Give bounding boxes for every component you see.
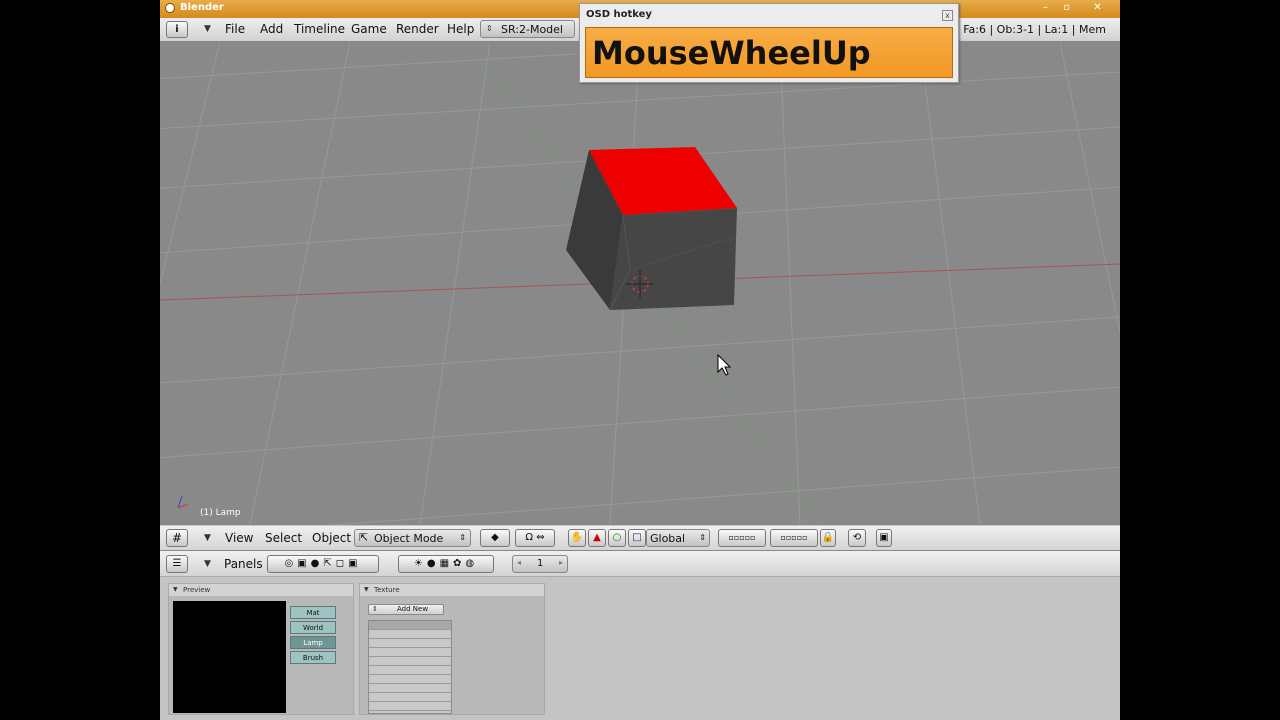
tab-world[interactable]: World: [290, 621, 336, 634]
menu-view[interactable]: View: [225, 531, 253, 545]
osd-hotkey-popup: OSD hotkey x MouseWheelUp: [579, 3, 959, 83]
decrement-icon[interactable]: ◂: [517, 558, 521, 567]
list-item[interactable]: [369, 702, 451, 711]
rotate-manipulator-icon[interactable]: ○: [608, 529, 626, 547]
tab-lamp[interactable]: Lamp: [290, 636, 336, 649]
draw-type-selector[interactable]: ◆: [480, 529, 510, 547]
layer-buttons-2[interactable]: ▫▫▫▫▫: [770, 529, 818, 547]
list-item[interactable]: [369, 630, 451, 639]
updown-icon: ⇕: [459, 533, 466, 542]
shading-buttons[interactable]: ☀●▦✿◍: [398, 555, 494, 573]
blender-window: Blender – ▫ ✕ i ▼ File Add Timeline Game…: [160, 0, 1120, 720]
collapse-menu-icon[interactable]: ▼: [204, 24, 211, 34]
updown-icon: ⇕: [699, 533, 706, 542]
osd-key-text: MouseWheelUp: [592, 34, 871, 72]
render-preview-icon[interactable]: ▣: [876, 529, 892, 547]
tab-brush[interactable]: Brush: [290, 651, 336, 664]
list-item[interactable]: [369, 657, 451, 666]
3d-view-header: # ▼ View Select Object ⇱ Object Mode ⇕ ◆…: [160, 526, 1120, 551]
list-item[interactable]: [369, 666, 451, 675]
orientation-value: Global: [650, 532, 686, 545]
frame-value: 1: [537, 558, 544, 569]
buttons-editor-icon[interactable]: ☰: [166, 555, 188, 573]
tab-mat[interactable]: Mat: [290, 606, 336, 619]
increment-icon[interactable]: ▸: [559, 558, 563, 567]
updown-icon: ⇕: [486, 24, 493, 33]
menu-select[interactable]: Select: [265, 531, 302, 545]
add-new-texture-button[interactable]: ⇕ Add New: [368, 604, 444, 615]
object-mode-icon: ⇱: [359, 531, 369, 544]
list-item[interactable]: [369, 675, 451, 684]
opengl-render-icon[interactable]: ⟲: [848, 529, 866, 547]
orientation-selector[interactable]: Global ⇕: [646, 529, 710, 547]
pivot-selector[interactable]: Ω ⇔: [515, 529, 555, 547]
context-buttons[interactable]: ◎▣●⇱◻▣: [267, 555, 379, 573]
buttons-window: Preview Mat World Lamp Brush Texture ⇕ A…: [160, 577, 1120, 720]
menu-timeline[interactable]: Timeline: [294, 22, 345, 36]
osd-close-button[interactable]: x: [942, 10, 953, 21]
info-editor-icon[interactable]: i: [166, 21, 188, 38]
mode-value: Object Mode: [374, 532, 444, 545]
preview-panel-title[interactable]: Preview: [169, 584, 353, 596]
menu-object[interactable]: Object: [312, 531, 351, 545]
add-new-label: Add New: [397, 605, 429, 613]
menu-add[interactable]: Add: [260, 22, 283, 36]
mode-selector[interactable]: ⇱ Object Mode ⇕: [354, 529, 471, 547]
texture-panel: Texture ⇕ Add New: [359, 583, 545, 715]
active-object-label: (1) Lamp: [200, 508, 241, 518]
preview-panel: Preview Mat World Lamp Brush: [168, 583, 354, 715]
menu-render[interactable]: Render: [396, 22, 439, 36]
maximize-button[interactable]: ▫: [1059, 1, 1074, 15]
osd-key-display: MouseWheelUp: [585, 27, 953, 78]
texture-panel-title[interactable]: Texture: [360, 584, 544, 596]
list-item[interactable]: [369, 639, 451, 648]
scale-manipulator-icon[interactable]: □: [628, 529, 646, 547]
layer-buttons-1[interactable]: ▫▫▫▫▫: [718, 529, 766, 547]
minimize-button[interactable]: –: [1038, 1, 1053, 15]
buttons-header: ☰ ▼ Panels ◎▣●⇱◻▣ ☀●▦✿◍ ◂ 1 ▸: [160, 551, 1120, 577]
menu-game[interactable]: Game: [351, 22, 387, 36]
blender-logo-icon: [165, 3, 175, 13]
list-item[interactable]: [369, 693, 451, 702]
window-title: Blender: [180, 2, 224, 13]
updown-icon: ⇕: [372, 605, 378, 613]
list-item[interactable]: [369, 621, 451, 630]
screen-selector-value: SR:2-Model: [501, 23, 563, 36]
screen-selector[interactable]: ⇕ SR:2-Model: [480, 20, 575, 38]
close-button[interactable]: ✕: [1090, 1, 1105, 15]
3d-viewport[interactable]: (1) Lamp: [160, 42, 1120, 525]
frame-field[interactable]: ◂ 1 ▸: [512, 555, 568, 573]
list-item[interactable]: [369, 648, 451, 657]
osd-title: OSD hotkey: [586, 9, 652, 20]
lock-icon[interactable]: 🔒: [820, 529, 836, 547]
list-item[interactable]: [369, 684, 451, 693]
scene-stats: | Fa:6 | Ob:3-1 | La:1 | Mem: [956, 23, 1106, 36]
viewport-canvas: [160, 42, 1120, 525]
collapse-menu-icon[interactable]: ▼: [204, 533, 211, 543]
grid-editor-icon[interactable]: #: [166, 529, 188, 547]
translate-manipulator-icon[interactable]: ▲: [588, 529, 606, 547]
manipulator-toggle-icon[interactable]: ✋: [568, 529, 586, 547]
menu-panels[interactable]: Panels: [224, 557, 263, 571]
preview-render-area: [173, 601, 286, 713]
texture-channel-list[interactable]: [368, 620, 452, 714]
menu-help[interactable]: Help: [447, 22, 474, 36]
collapse-menu-icon[interactable]: ▼: [204, 559, 211, 569]
menu-file[interactable]: File: [225, 22, 245, 36]
